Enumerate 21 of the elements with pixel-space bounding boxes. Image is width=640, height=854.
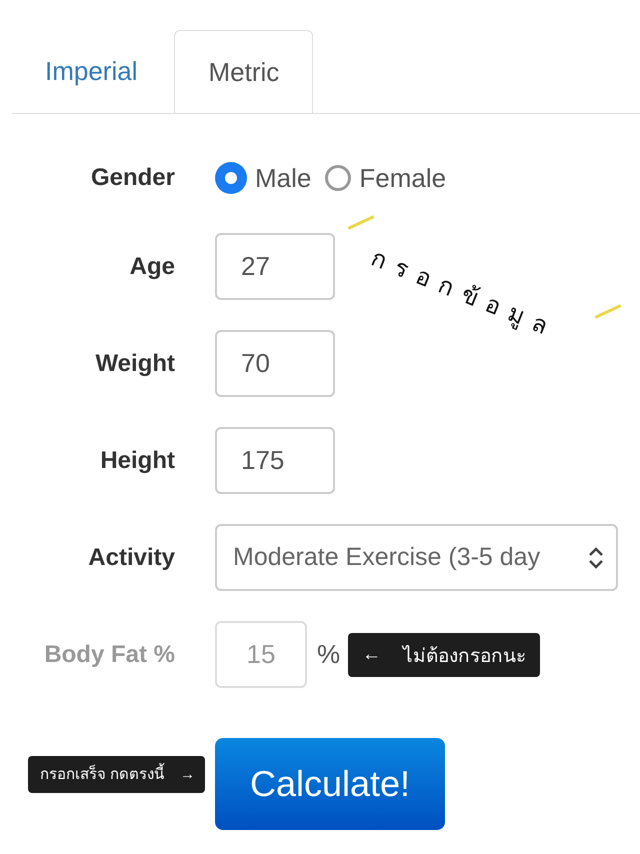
- activity-select[interactable]: Moderate Exercise (3-5 day: [215, 524, 618, 591]
- note-text: กรอกเสร็จ กดตรงนี้: [40, 762, 164, 786]
- arrow-label: →: [180, 766, 195, 782]
- number-field[interactable]: 27: [215, 233, 335, 300]
- field-label: Age: [130, 252, 176, 280]
- tab[interactable]: Metric: [174, 30, 314, 113]
- number-field[interactable]: 175: [215, 427, 335, 494]
- tab[interactable]: Imperial: [12, 30, 174, 112]
- unit-label: %: [317, 639, 340, 670]
- chevron-updown-icon: [588, 546, 604, 570]
- note-text: ไม่ต้องกรอกนะ: [403, 644, 526, 668]
- arrow-label: ←: [362, 644, 382, 666]
- radio-option[interactable]: Female: [325, 162, 446, 194]
- radio-option[interactable]: Male: [215, 162, 312, 194]
- field-label: Body Fat %: [44, 640, 176, 668]
- field-label: Weight: [95, 350, 176, 378]
- field-label: Gender: [90, 164, 176, 192]
- field-label: Height: [100, 446, 176, 474]
- field-label: Activity: [88, 544, 176, 572]
- number-field[interactable]: 70: [215, 330, 335, 397]
- calculate-button[interactable]: Calculate!: [215, 738, 445, 830]
